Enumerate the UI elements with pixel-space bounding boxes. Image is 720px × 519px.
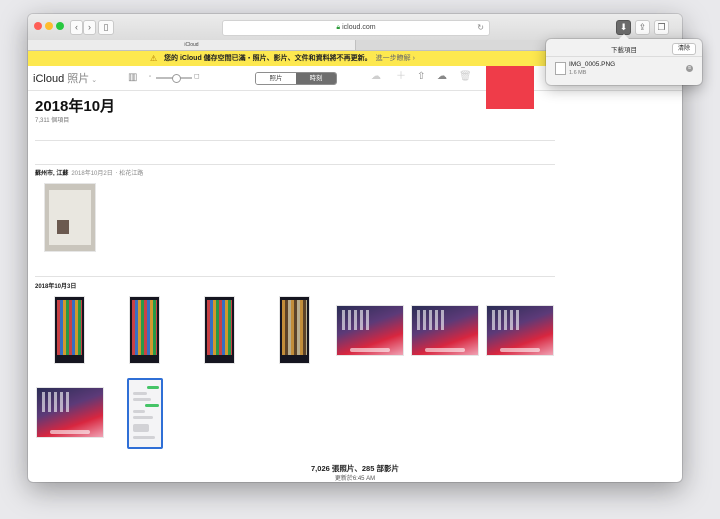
brand-name: iCloud [33,73,65,85]
photo-thumbnail-tablet[interactable] [36,387,104,438]
photo-thumbnail-selected[interactable] [127,378,163,449]
document-paper [49,190,91,245]
tab-icloud[interactable]: iCloud [28,40,355,50]
group-header-suzhou: 蘇州市, 江蘇 2018年10月2日 ‧ 松花江路 [35,168,143,177]
sidebar-toggle-icon[interactable]: ▥ [128,71,137,85]
app-title[interactable]: iCloud 照片 ⌄ [33,70,97,86]
downloads-icon[interactable]: ⬇ [616,20,631,35]
zoom-window-button[interactable] [56,22,64,30]
page-title: 2018年10月 [35,98,116,115]
reload-icon[interactable]: ↻ [477,21,484,35]
url-text: icloud.com [342,24,376,31]
photo-thumbnail-tablet[interactable] [411,305,479,356]
download-photo-icon[interactable]: ☁ [437,70,447,84]
view-switcher: 照片 時刻 [255,72,337,85]
tab-photos[interactable]: 照片 [256,73,296,84]
id-photo [57,220,69,234]
divider [35,276,555,277]
last-updated: 更新於6:45 AM [334,476,376,482]
address-bar[interactable]: 🔒︎ icloud.com ↻ [222,20,490,36]
photo-thumbnail-phone[interactable] [204,296,235,364]
tab-moments[interactable]: 時刻 [296,73,336,84]
divider [35,140,555,141]
divider [546,56,702,57]
app-section: 照片 [67,73,90,85]
close-window-button[interactable] [34,22,42,30]
photo-thumbnail-phone[interactable] [54,296,85,364]
upload-icon[interactable]: ☁ [371,70,381,84]
warning-icon: ⚠ [150,54,158,63]
zoom-in-icon: ◻ [194,73,200,80]
photo-thumbnail-tablet[interactable] [336,305,404,356]
group-date-header: 2018年10月3日 [35,284,77,290]
trash-icon[interactable]: 🗑︎ [459,70,472,84]
lock-icon: 🔒︎ [336,24,341,31]
download-file-size: 1.6 MB [569,70,587,76]
group-header-oct3: 2018年10月3日 [35,281,76,290]
slider-knob[interactable] [172,74,181,83]
share-photo-icon[interactable]: ⇧ [417,70,425,84]
photo-thumbnail-phone[interactable] [279,296,310,364]
file-icon [555,62,566,75]
download-file-name[interactable]: IMG_0005.PNG [569,61,615,68]
reveal-download-icon[interactable]: ⦸ [686,65,693,72]
group-sublocation: ‧ 松花江路 [115,171,144,177]
sidebar-icon[interactable]: ▯ [98,20,114,35]
back-icon[interactable]: ‹ [70,20,83,35]
photo-thumbnail-phone[interactable] [129,296,160,364]
learn-more-link[interactable]: 進一步瞭解 › [376,55,415,62]
banner-message: 您的 iCloud 儲存空間已滿・照片、影片、文件和資料將不再更新。 [164,55,372,62]
redaction-box [486,66,534,109]
downloads-popover: 下載項目 清除 IMG_0005.PNG 1.6 MB ⦸ [546,34,702,85]
group-date: 2018年10月2日 [71,171,113,177]
photo-thumbnail-tablet[interactable] [486,305,554,356]
group-location[interactable]: 蘇州市, 江蘇 [35,171,68,177]
clear-downloads-button[interactable]: 清除 [672,43,696,55]
minimize-window-button[interactable] [45,22,53,30]
browser-toolbar: ‹ › ▯ 🔒︎ icloud.com ↻ ⬇ ⇪ ❐ [28,14,682,41]
photo-thumbnail-document[interactable] [44,183,96,252]
divider [35,164,555,165]
zoom-out-icon: ▫ [149,74,152,80]
forward-icon[interactable]: › [83,20,96,35]
thumbnail-size-slider[interactable] [156,74,192,83]
add-icon[interactable]: ＋ [396,70,406,84]
tabs-overview-icon[interactable]: ❐ [654,20,669,35]
share-icon[interactable]: ⇪ [635,20,650,35]
item-count: 7,311 個項目 [35,118,70,124]
chevron-down-icon: ⌄ [91,77,98,84]
